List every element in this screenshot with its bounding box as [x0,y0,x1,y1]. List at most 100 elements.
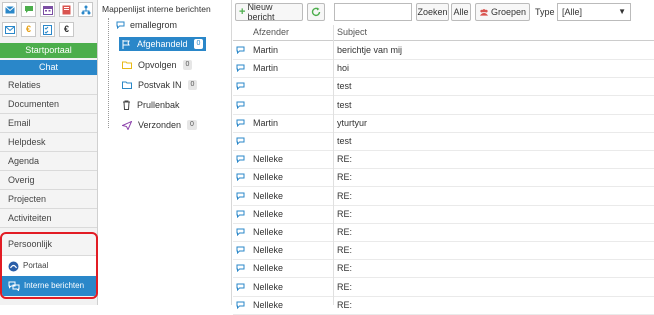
all-button[interactable]: Alle [451,3,471,21]
table-row[interactable]: Nelleke RE: [233,223,654,242]
folder-prullenbak[interactable]: Prullenbak [122,100,180,110]
send-icon [122,120,132,130]
table-row[interactable]: Martin yturtyur [233,114,654,133]
row-sender: Nelleke [253,154,284,165]
message-bubble-icon [236,132,245,150]
row-subject: test [337,136,352,146]
table-row[interactable]: test [233,96,654,115]
highlight-box: Persoonlijk Portaal Interne berichten [0,232,98,299]
table-row[interactable]: Nelleke RE: [233,241,654,261]
folder-count-badge: 0 [182,60,193,70]
row-sender: Martin [253,45,279,55]
search-button[interactable]: Zoeken [416,3,449,21]
envelope-icon[interactable] [2,22,17,37]
table-row[interactable]: test [233,132,654,151]
type-select[interactable]: [Alle] ▼ [557,3,631,21]
refresh-icon [311,7,321,16]
table-row[interactable]: Nelleke RE: [233,296,654,315]
tree-root-label: emallegrom [130,20,178,30]
euro-icon[interactable]: € [21,22,36,37]
message-bubble-icon [236,59,245,77]
table-row[interactable]: Nelleke RE: [233,150,654,170]
table-row[interactable]: Nelleke RE: [233,278,654,297]
row-subject: hoi [337,63,350,74]
header-icon-col [233,25,249,41]
row-sender: Nelleke [253,227,284,237]
message-bubble-icon [236,168,245,186]
folder-label: Afgehandeld [137,39,188,49]
table-row[interactable]: Nelleke RE: [233,187,654,206]
chat-icon[interactable] [21,2,36,17]
sidebar-item-activiteiten[interactable]: Activiteiten [0,209,97,228]
network-icon[interactable] [78,2,93,17]
portal-icon [8,261,19,271]
folder-label: Verzonden [138,120,182,130]
dropdown-arrow-icon: ▼ [618,7,626,16]
sidebar-item-documenten[interactable]: Documenten [0,95,97,114]
book-icon[interactable] [59,2,74,17]
folder-count-badge: 0 [187,120,197,130]
chat-button[interactable]: Chat [0,60,97,75]
chat-bubbles-icon [8,281,20,291]
sidebar-item-interne-berichten[interactable]: Interne berichten [2,276,96,296]
new-message-button[interactable]: + Nieuw bericht [235,2,303,22]
table-row[interactable]: Nelleke RE: [233,205,654,224]
mail-icon[interactable] [2,2,17,17]
plus-icon: + [239,5,246,18]
refresh-button[interactable] [307,3,325,21]
column-divider [333,25,334,305]
row-subject: RE: [337,154,353,165]
sidebar-item-agenda[interactable]: Agenda [0,152,97,171]
row-sender: Nelleke [253,172,284,183]
folder-count-badge: 0 [187,80,198,90]
folder-opvolgen[interactable]: Opvolgen 0 [122,60,193,70]
table-row[interactable]: Martin hoi [233,59,654,79]
row-sender: Martin [253,117,279,128]
message-bubble-icon [236,150,245,168]
row-sender: Nelleke [253,245,284,256]
row-sender: Nelleke [253,208,284,219]
inbox-folder-icon [122,81,132,89]
folder-afgehandeld[interactable]: Afgehandeld 0 [119,37,207,51]
row-subject: yturtyur [337,117,368,128]
type-select-value: [Alle] [562,7,583,17]
tree-root[interactable]: emallegrom [116,20,177,30]
header-subject[interactable]: Subject [337,25,654,41]
calendar-icon[interactable] [40,2,55,17]
folder-icon [122,61,132,69]
table-row[interactable]: Nelleke RE: [233,168,654,188]
row-subject: berichtje van mij [337,45,403,55]
table-row[interactable]: test [233,77,654,97]
row-subject: RE: [337,208,353,219]
sidebar-item-overig[interactable]: Overig [0,171,97,190]
header-sender[interactable]: Afzender [253,25,333,41]
folder-verzonden[interactable]: Verzonden 0 [122,120,197,130]
sidebar-item-persoonlijk[interactable]: Persoonlijk [2,234,96,256]
groups-icon [479,8,489,16]
sidebar-item-relaties[interactable]: Relaties [0,76,97,95]
groups-label: Groepen [490,7,526,17]
sidebar-item-helpdesk[interactable]: Helpdesk [0,133,97,152]
table-row[interactable]: Nelleke RE: [233,259,654,279]
trash-icon [123,100,130,110]
startportaal-button[interactable]: Startportaal [0,43,97,58]
sidebar: € € Startportaal Chat Relaties Documente… [0,0,98,305]
message-bubble-icon [236,278,245,296]
search-input[interactable] [334,3,412,21]
sidebar-item-projecten[interactable]: Projecten [0,190,97,209]
sidebar-item-portaal[interactable]: Portaal [2,256,96,276]
message-bubble-icon [236,77,245,95]
euro-coin-icon[interactable]: € [59,22,74,37]
folder-postvak-in[interactable]: Postvak IN 0 [122,80,198,90]
folder-panel: Mappenlijst interne berichten emallegrom… [100,0,232,305]
row-subject: RE: [337,190,353,201]
row-subject: test [337,81,352,92]
checklist-icon[interactable] [40,22,55,37]
table-row[interactable]: Martin berichtje van mij [233,41,654,60]
message-bubble-icon [236,96,245,114]
folder-count-badge: 0 [193,39,204,49]
portaal-label: Portaal [23,261,49,270]
sidebar-item-email[interactable]: Email [0,114,97,133]
groups-button[interactable]: Groepen [475,3,530,21]
row-subject: RE: [337,172,353,183]
